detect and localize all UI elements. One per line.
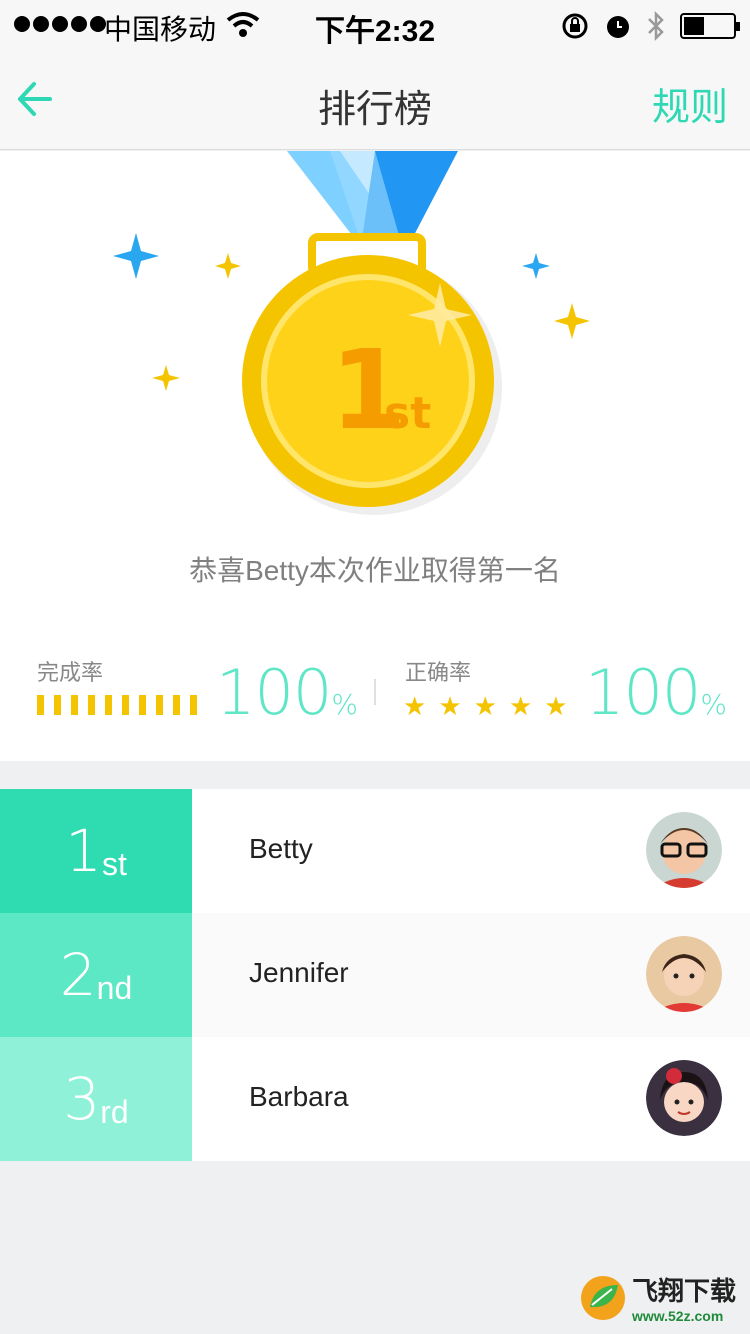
avatar	[646, 936, 722, 1012]
accuracy-unit: %	[700, 688, 727, 721]
leaf-logo-icon	[580, 1275, 625, 1320]
completion-value-group: 100%	[216, 656, 358, 729]
watermark-text: 飞翔下载	[631, 1276, 736, 1306]
completion-value: 100	[216, 656, 332, 729]
rank-badge: 1st	[0, 789, 192, 913]
watermark-url: www.52z.com	[631, 1308, 724, 1324]
student-name: Betty	[249, 833, 313, 864]
ranking-list: 1st Betty 2nd Jennifer 3 rd Barbara	[0, 789, 750, 1161]
rank-number: 2	[59, 941, 97, 1009]
completion-progress-bar	[37, 695, 197, 715]
rank-number: 1	[65, 817, 102, 885]
ranking-row[interactable]: 2nd Jennifer	[0, 913, 750, 1037]
medal-hero: 1 st 恭喜Betty本次作业取得第一名 完成率 100% 正确率 ★ ★ ★…	[0, 151, 750, 761]
star-icon: ★	[403, 691, 427, 721]
avatar	[646, 812, 722, 888]
rotation-lock-icon	[562, 13, 588, 39]
congratulations-message: 恭喜Betty本次作业取得第一名	[189, 555, 561, 586]
alarm-icon	[607, 16, 629, 38]
star-icon: ★	[438, 691, 462, 721]
page-title: 排行榜	[317, 89, 432, 131]
star-icon: ★	[473, 691, 497, 721]
medal-rank-suffix: st	[384, 388, 431, 439]
rules-button[interactable]: 规则	[652, 76, 728, 131]
bluetooth-icon	[648, 10, 664, 42]
avatar	[646, 1060, 722, 1136]
star-icon: ★	[508, 691, 533, 721]
rank-suffix: nd	[96, 969, 133, 1006]
stat-divider	[374, 679, 376, 705]
status-bar: 中国移动 下午2:32	[0, 0, 750, 50]
rank-suffix: st	[102, 845, 127, 882]
accuracy-value-group: 100%	[585, 656, 727, 729]
completion-stat: 完成率	[37, 655, 103, 687]
completion-label: 完成率	[37, 660, 104, 685]
ranking-row[interactable]: 3rd Barbara	[0, 1037, 750, 1161]
navigation-bar: 排行榜 规则	[0, 50, 750, 150]
rank-badge: 2nd	[0, 913, 192, 1037]
student-name: Barbara	[249, 1081, 349, 1112]
student-name: Jennifer	[249, 957, 349, 988]
accuracy-label: 正确率	[405, 660, 472, 685]
rank-badge: 3rd	[0, 1037, 192, 1161]
accuracy-value: 100	[585, 656, 701, 729]
site-watermark: 飞翔下载 www.52z.com	[580, 1271, 736, 1324]
completion-unit: %	[331, 688, 358, 721]
rank-suffix: rd	[100, 1093, 129, 1130]
rank-number: 3	[63, 1065, 101, 1133]
battery-icon	[680, 13, 740, 39]
ranking-row[interactable]: 1st Betty	[0, 789, 750, 913]
accuracy-star-rating: ★ ★ ★ ★ ★	[403, 691, 568, 721]
accuracy-stat: 正确率	[405, 655, 471, 687]
gold-medal-illustration: 1 st	[113, 151, 590, 515]
star-icon: ★	[544, 691, 568, 721]
